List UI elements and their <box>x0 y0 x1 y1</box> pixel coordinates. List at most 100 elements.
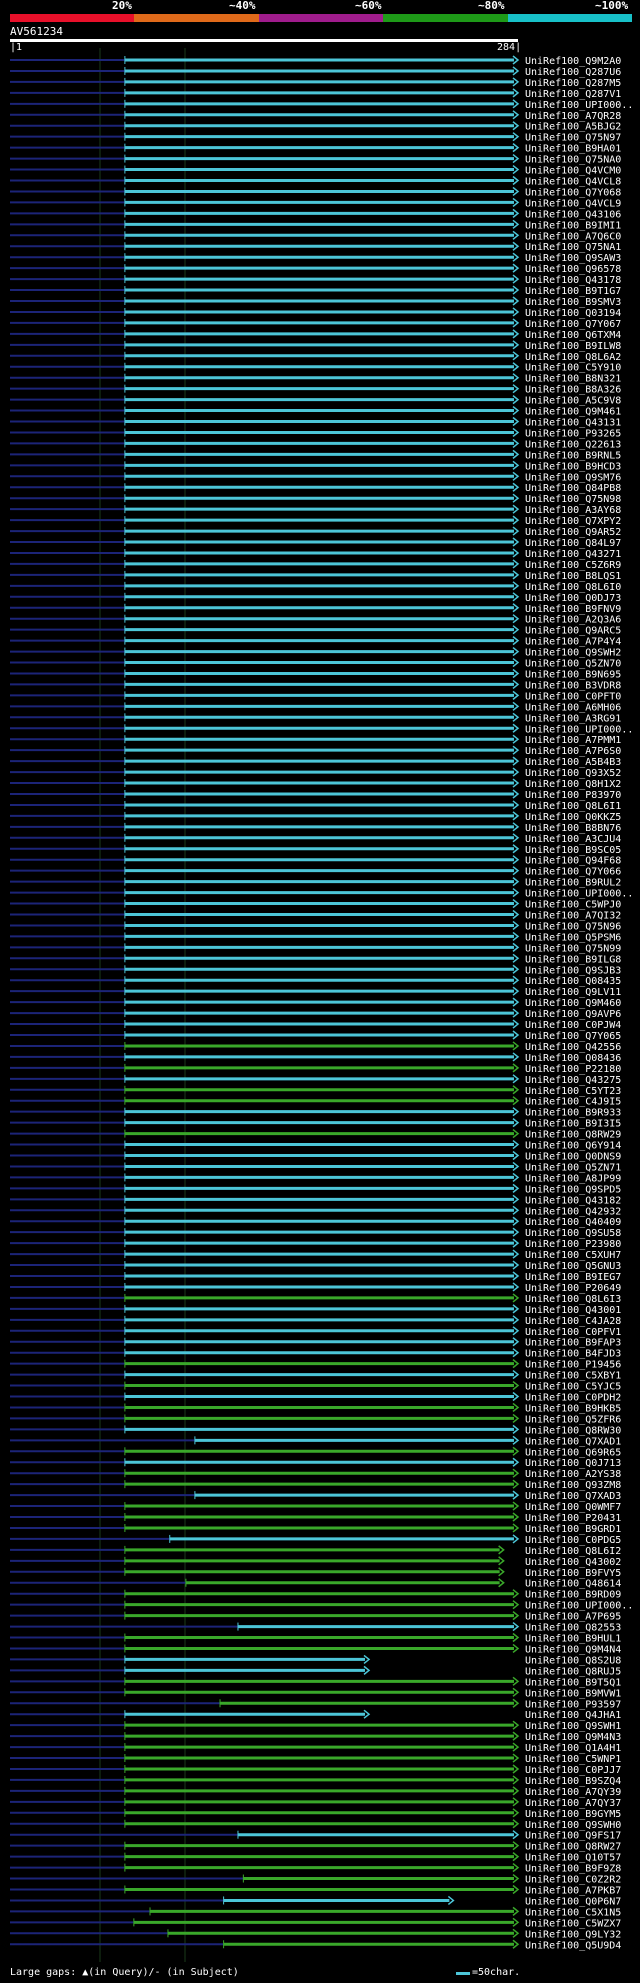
hit-row[interactable]: UniRef100_Q9AVP6 <box>10 1008 621 1020</box>
hit-row[interactable]: UniRef100_Q5ZFR6 <box>10 1413 621 1425</box>
hit-id-label[interactable]: UniRef100_C5YJC5 <box>525 1382 621 1393</box>
hit-row[interactable]: UniRef100_Q93ZM8 <box>10 1479 621 1491</box>
hit-id-label[interactable]: UniRef100_Q75N97 <box>525 133 621 144</box>
hit-id-label[interactable]: UniRef100_P83970 <box>525 790 621 801</box>
hit-row[interactable]: UniRef100_B9IMI1 <box>10 219 621 231</box>
hit-row[interactable]: UniRef100_Q0P6N7 <box>10 1895 621 1907</box>
hit-id-label[interactable]: UniRef100_Q287U6 <box>525 67 621 78</box>
hit-row[interactable]: UniRef100_Q287U6 <box>10 66 621 78</box>
hit-id-label[interactable]: UniRef100_Q9LY32 <box>525 1929 621 1940</box>
hit-id-label[interactable]: UniRef100_C5WZX7 <box>525 1918 621 1929</box>
hit-id-label[interactable]: UniRef100_Q8L6A2 <box>525 352 621 363</box>
hit-row[interactable]: UniRef100_B8LQS1 <box>10 570 621 582</box>
hit-id-label[interactable]: UniRef100_Q82553 <box>525 1623 621 1634</box>
hit-id-label[interactable]: UniRef100_Q9M2A0 <box>525 56 621 67</box>
hit-row[interactable]: UniRef100_Q0DNS9 <box>10 1150 621 1163</box>
hit-row[interactable]: UniRef100_Q9SAW3 <box>10 252 621 264</box>
hit-id-label[interactable]: UniRef100_Q43001 <box>525 1305 621 1316</box>
hit-row[interactable]: UniRef100_Q9SWH2 <box>10 646 621 659</box>
hit-row[interactable]: UniRef100_C5YJC5 <box>10 1380 621 1393</box>
hit-id-label[interactable]: UniRef100_Q8L6I1 <box>525 801 621 812</box>
hit-id-label[interactable]: UniRef100_Q43182 <box>525 1195 621 1206</box>
hit-row[interactable]: UniRef100_Q43106 <box>10 208 621 220</box>
hit-row[interactable]: UniRef100_A5BJG2 <box>10 121 621 133</box>
hit-id-label[interactable]: UniRef100_B3VDR8 <box>525 680 621 691</box>
hit-row[interactable]: UniRef100_Q9FS17 <box>10 1830 621 1842</box>
hit-row[interactable]: UniRef100_Q287V1 <box>10 88 621 100</box>
hit-id-label[interactable]: UniRef100_A5BJG2 <box>525 122 621 133</box>
hit-row[interactable]: UniRef100_C0PFV1 <box>10 1326 621 1338</box>
hit-id-label[interactable]: UniRef100_Q5ZN70 <box>525 659 621 670</box>
hit-id-label[interactable]: UniRef100_B9GRD1 <box>525 1524 621 1535</box>
hit-row[interactable]: UniRef100_Q8RW30 <box>10 1424 621 1436</box>
hit-id-label[interactable]: UniRef100_B8N321 <box>525 374 621 385</box>
hit-row[interactable]: UniRef100_UPI000.. <box>10 723 633 735</box>
hit-id-label[interactable]: UniRef100_Q08436 <box>525 1053 621 1064</box>
hit-id-label[interactable]: UniRef100_Q43002 <box>525 1557 621 1568</box>
hit-row[interactable]: UniRef100_Q9SJB3 <box>10 964 621 976</box>
hit-row[interactable]: UniRef100_B9HCD3 <box>10 460 621 472</box>
hit-row[interactable]: UniRef100_Q75N98 <box>10 493 621 505</box>
hit-row[interactable]: UniRef100_C0PDG5 <box>10 1534 621 1546</box>
hit-id-label[interactable]: UniRef100_B9SZQ4 <box>525 1776 621 1787</box>
hit-row[interactable]: UniRef100_C5WZX7 <box>10 1917 621 1929</box>
hit-row[interactable]: UniRef100_Q9AR52 <box>10 526 621 538</box>
hit-id-label[interactable]: UniRef100_Q08435 <box>525 976 621 987</box>
hit-id-label[interactable]: UniRef100_Q7Y066 <box>525 867 621 878</box>
hit-row[interactable]: UniRef100_B9IEG7 <box>10 1271 621 1283</box>
hit-id-label[interactable]: UniRef100_A7P6S0 <box>525 746 621 757</box>
hit-id-label[interactable]: UniRef100_Q5PSM6 <box>525 932 621 943</box>
hit-id-label[interactable]: UniRef100_Q0DNS9 <box>525 1152 621 1163</box>
hit-row[interactable]: UniRef100_Q9M461 <box>10 405 621 418</box>
hit-row[interactable]: UniRef100_C5Z6R9 <box>10 559 621 571</box>
hit-row[interactable]: UniRef100_Q08436 <box>10 1052 621 1064</box>
hit-id-label[interactable]: UniRef100_Q9SPD5 <box>525 1184 621 1195</box>
hit-row[interactable]: UniRef100_C5WNP1 <box>10 1753 621 1765</box>
hit-id-label[interactable]: UniRef100_A8JP99 <box>525 1173 621 1184</box>
hit-row[interactable]: UniRef100_Q43182 <box>10 1194 621 1206</box>
hit-row[interactable]: UniRef100_A3RG91 <box>10 712 621 724</box>
hit-id-label[interactable]: UniRef100_B9RUL2 <box>525 878 621 889</box>
hit-id-label[interactable]: UniRef100_C5WNP1 <box>525 1754 621 1765</box>
hit-row[interactable]: UniRef100_B9ILG8 <box>10 953 621 965</box>
hit-row[interactable]: UniRef100_Q9M2A0 <box>10 55 621 67</box>
hit-id-label[interactable]: UniRef100_Q43271 <box>525 549 621 560</box>
hit-row[interactable]: UniRef100_Q8L6A2 <box>10 351 621 363</box>
hit-id-label[interactable]: UniRef100_B9HUL1 <box>525 1634 621 1645</box>
hit-row[interactable]: UniRef100_Q9SPD5 <box>10 1183 621 1195</box>
hit-row[interactable]: UniRef100_Q75NA1 <box>10 241 621 253</box>
hit-row[interactable]: UniRef100_C5Y910 <box>10 362 621 374</box>
hit-id-label[interactable]: UniRef100_B9T1G7 <box>525 286 621 297</box>
hit-row[interactable]: UniRef100_Q8L6I1 <box>10 800 621 812</box>
hit-row[interactable]: UniRef100_Q9LV11 <box>10 986 621 998</box>
hit-id-label[interactable]: UniRef100_UPI000.. <box>525 100 633 111</box>
hit-row[interactable]: UniRef100_Q0J713 <box>10 1457 621 1469</box>
hit-id-label[interactable]: UniRef100_P20431 <box>525 1513 621 1524</box>
hit-id-label[interactable]: UniRef100_B9ILW8 <box>525 341 621 352</box>
hit-row[interactable]: UniRef100_B3VDR8 <box>10 679 621 691</box>
hit-id-label[interactable]: UniRef100_C0PFT0 <box>525 691 621 702</box>
hit-row[interactable]: UniRef100_Q4VCM0 <box>10 164 621 177</box>
hit-id-label[interactable]: UniRef100_B9RD09 <box>525 1590 621 1601</box>
hit-row[interactable]: UniRef100_Q8RUJ5 <box>10 1665 621 1677</box>
hit-id-label[interactable]: UniRef100_Q75N98 <box>525 494 621 505</box>
hit-id-label[interactable]: UniRef100_Q43178 <box>525 275 621 286</box>
hit-row[interactable]: UniRef100_C0Z2R2 <box>10 1873 621 1886</box>
hit-row[interactable]: UniRef100_Q9SU58 <box>10 1227 621 1239</box>
hit-id-label[interactable]: UniRef100_B9N695 <box>525 669 621 680</box>
hit-row[interactable]: UniRef100_Q0DJ73 <box>10 592 621 604</box>
hit-id-label[interactable]: UniRef100_B8BN76 <box>525 823 621 834</box>
hit-row[interactable]: UniRef100_A7Q6C0 <box>10 230 621 242</box>
hit-id-label[interactable]: UniRef100_A2Q3A6 <box>525 615 621 626</box>
hit-row[interactable]: UniRef100_Q9M4N4 <box>10 1643 621 1655</box>
hit-row[interactable]: UniRef100_B8N321 <box>10 373 621 385</box>
hit-row[interactable]: UniRef100_Q4VCL9 <box>10 197 621 209</box>
hit-row[interactable]: UniRef100_A7QY39 <box>10 1786 621 1798</box>
hit-id-label[interactable]: UniRef100_Q5U9D4 <box>525 1940 621 1951</box>
hit-id-label[interactable]: UniRef100_Q8H1X2 <box>525 779 621 790</box>
hit-row[interactable]: UniRef100_Q9M460 <box>10 997 621 1009</box>
hit-row[interactable]: UniRef100_C4J9I5 <box>10 1096 621 1108</box>
hit-id-label[interactable]: UniRef100_Q4VCL9 <box>525 198 621 209</box>
hit-row[interactable]: UniRef100_Q7Y067 <box>10 318 621 330</box>
hit-id-label[interactable]: UniRef100_Q5ZFR6 <box>525 1414 621 1425</box>
